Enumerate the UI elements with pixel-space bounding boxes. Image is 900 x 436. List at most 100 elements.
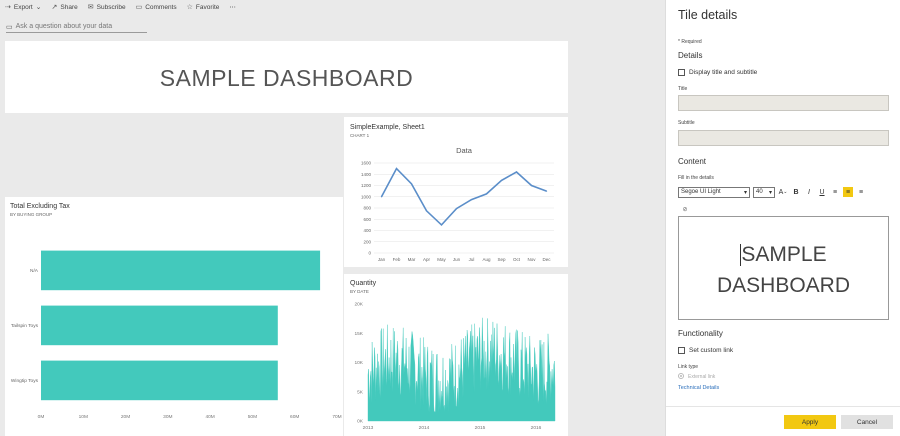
format-toolbar: Segoe UI Light ▾ 40 ▾ A ⌄ B I U ≡ ≡ ≡ bbox=[678, 186, 890, 198]
x-tick-label: Apr bbox=[423, 257, 431, 262]
bold-button[interactable]: B bbox=[791, 187, 801, 197]
font-size-select[interactable]: 40 ▾ bbox=[753, 186, 775, 198]
star-icon: ☆ bbox=[186, 4, 193, 11]
x-tick-label: 40M bbox=[205, 414, 214, 420]
y-tick-label: 200 bbox=[363, 239, 371, 244]
x-tick-label: Oct bbox=[513, 257, 521, 262]
qa-input[interactable]: ▭ Ask a question about your data bbox=[6, 21, 147, 33]
y-tick-label: 400 bbox=[363, 228, 371, 233]
panel-title: Tile details bbox=[678, 8, 738, 22]
category-label: Wingtip Toys bbox=[11, 378, 39, 384]
bar bbox=[41, 305, 278, 346]
data-point bbox=[500, 179, 503, 182]
more-options-button[interactable]: ⋯ bbox=[229, 3, 236, 11]
y-tick-label: 600 bbox=[363, 217, 371, 222]
export-icon: ⇢ bbox=[5, 4, 11, 11]
align-left-icon[interactable]: ≡ bbox=[830, 187, 840, 197]
y-tick-label: 0 bbox=[368, 251, 371, 256]
font-family-select[interactable]: Segoe UI Light ▾ bbox=[678, 186, 750, 198]
x-tick-label: 30M bbox=[163, 414, 172, 420]
apply-button[interactable]: Apply bbox=[784, 415, 836, 429]
data-point bbox=[530, 184, 533, 187]
x-tick-label: 2015 bbox=[475, 425, 486, 431]
y-tick-label: 1400 bbox=[361, 172, 372, 177]
comments-button[interactable]: ▭ Comments bbox=[135, 3, 177, 12]
category-label: N/A bbox=[30, 268, 39, 274]
title-tile[interactable]: SAMPLE DASHBOARD bbox=[5, 41, 568, 113]
x-tick-label: Nov bbox=[527, 257, 536, 262]
x-tick-label: 2013 bbox=[363, 425, 374, 431]
hyperlink-icon[interactable]: ⊘ bbox=[680, 204, 690, 214]
cancel-button[interactable]: Cancel bbox=[841, 415, 893, 429]
y-tick-label: 1600 bbox=[361, 161, 372, 166]
required-note: * Required bbox=[678, 39, 702, 45]
x-tick-label: 0M bbox=[38, 414, 45, 420]
data-point bbox=[545, 190, 548, 192]
custom-link-checkbox[interactable] bbox=[678, 347, 685, 354]
x-tick-label: Feb bbox=[393, 257, 401, 262]
y-tick-label: 0K bbox=[357, 419, 364, 425]
title-field[interactable] bbox=[678, 95, 889, 111]
chevron-down-icon: ▾ bbox=[743, 189, 747, 196]
align-right-icon[interactable]: ≡ bbox=[856, 187, 866, 197]
font-family-value: Segoe UI Light bbox=[681, 189, 721, 195]
dashboard-title: SAMPLE DASHBOARD bbox=[159, 65, 414, 91]
y-tick-label: 5K bbox=[357, 389, 364, 395]
subscribe-button[interactable]: ✉ Subscribe bbox=[88, 3, 126, 12]
panel-footer: Apply Cancel bbox=[666, 406, 900, 436]
export-button[interactable]: ⇢ Export ⌄ bbox=[5, 3, 42, 12]
y-tick-label: 1000 bbox=[361, 194, 372, 199]
data-point bbox=[395, 168, 398, 170]
font-color-button[interactable]: A ⌄ bbox=[778, 187, 788, 197]
total-tax-tile[interactable]: Total Excluding Tax BY BUYING GROUP 0M 10… bbox=[5, 197, 343, 436]
bar-chart: 0M 10M 20M 30M 40M 50M 60M 70M N/A Tailspin Toys W… bbox=[11, 250, 342, 420]
qa-icon: ▭ bbox=[6, 23, 13, 31]
data-point bbox=[515, 171, 518, 173]
title-field-label: Title bbox=[678, 86, 688, 92]
y-tick-label: 10K bbox=[354, 360, 363, 366]
subtitle-field[interactable] bbox=[678, 130, 889, 146]
italic-button[interactable]: I bbox=[804, 187, 814, 197]
text-editor[interactable]: SAMPLE DASHBOARD bbox=[678, 216, 889, 320]
qa-placeholder: Ask a question about your data bbox=[15, 23, 113, 30]
font-size-value: 40 bbox=[756, 189, 763, 195]
editor-line-2: DASHBOARD bbox=[716, 274, 851, 297]
data-point bbox=[440, 224, 443, 226]
quantity-tile[interactable]: Quantity BY DATE 0K 5K 10K 15K 20K 2013 2014 20… bbox=[344, 274, 568, 436]
x-tick-label: Sep bbox=[497, 257, 506, 262]
subtitle-field-label: Subtitle bbox=[678, 120, 695, 126]
x-tick-label: 10M bbox=[79, 414, 88, 420]
subscribe-label: Subscribe bbox=[96, 3, 126, 11]
functionality-heading: Functionality bbox=[678, 329, 723, 338]
display-title-checkbox[interactable] bbox=[678, 69, 685, 76]
display-title-label: Display title and subtitle bbox=[689, 69, 758, 76]
custom-link-label: Set custom link bbox=[689, 347, 734, 354]
external-link-radio[interactable] bbox=[678, 373, 684, 379]
chevron-down-icon: ⌄ bbox=[35, 4, 42, 11]
technical-details-link[interactable]: Technical Details bbox=[678, 385, 719, 391]
share-icon: ↗ bbox=[51, 4, 58, 11]
data-point bbox=[410, 183, 413, 185]
x-tick-label: 60M bbox=[290, 414, 299, 420]
align-center-icon[interactable]: ≡ bbox=[843, 187, 853, 197]
content-heading: Content bbox=[678, 157, 707, 166]
sheet-chart-tile[interactable]: SimpleExample, Sheet1 CHART 1 Data 0 200 40… bbox=[344, 117, 568, 267]
x-tick-label: Aug bbox=[482, 257, 491, 262]
chart-title: Data bbox=[456, 146, 473, 155]
x-tick-label: 20M bbox=[121, 414, 130, 420]
bar bbox=[41, 360, 278, 401]
underline-button[interactable]: U bbox=[817, 187, 827, 197]
data-point bbox=[485, 193, 488, 195]
series-area bbox=[367, 317, 556, 422]
share-button[interactable]: ↗ Share bbox=[51, 3, 78, 12]
editor-content: SAMPLE DASHBOARD bbox=[679, 239, 888, 301]
comment-icon: ▭ bbox=[135, 4, 143, 11]
dashboard-toolbar: ⇢ Export ⌄ ↗ Share ✉ Subscribe ▭ Comment… bbox=[0, 0, 665, 14]
data-point bbox=[470, 198, 473, 201]
data-point bbox=[380, 196, 383, 198]
dashboard-canvas: SAMPLE DASHBOARD SimpleExample, Sheet1 C… bbox=[0, 37, 664, 436]
favorite-button[interactable]: ☆ Favorite bbox=[186, 3, 220, 12]
x-tick-label: 50M bbox=[248, 414, 257, 420]
x-tick-label: Jul bbox=[469, 257, 475, 262]
data-point bbox=[455, 207, 458, 210]
